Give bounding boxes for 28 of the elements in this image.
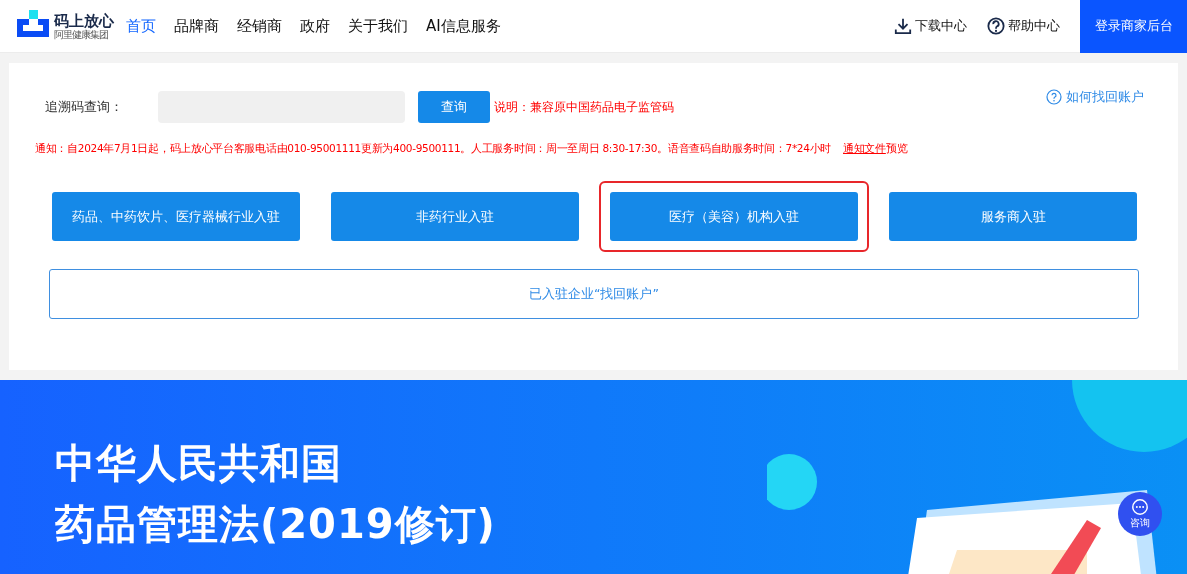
banner-title: 药品管理法(2019修订)	[55, 500, 496, 549]
query-note: 说明：兼容原中国药品电子监管码	[494, 98, 674, 116]
header-link[interactable]: 帮助中心	[987, 17, 1060, 35]
entry-button[interactable]: 服务商入驻	[889, 192, 1137, 241]
notice-text: 通知：自2024年7月1日起，码上放心平台客服电话由010-95001111更新为400-9500111。人工服务时间：周一至周日 8:30-17:30。语音查码自助服务时间：7*24小时 通知文件预览	[35, 142, 909, 156]
recover-account-link[interactable]: 如何找回账户	[1046, 88, 1144, 106]
query-button[interactable]: 查询	[418, 91, 490, 123]
logo-title: 码上放心	[54, 12, 114, 29]
nav-tab[interactable]: 品牌商	[174, 16, 219, 36]
notice-file-link[interactable]: 通知文件	[843, 142, 886, 154]
nav-tab[interactable]: 经销商	[237, 16, 282, 36]
entry-button[interactable]: 非药行业入驻	[331, 192, 579, 241]
download-icon	[894, 17, 912, 35]
recover-account-button[interactable]: 已入驻企业“找回账户”	[49, 269, 1139, 319]
entry-button[interactable]: 药品、中药饮片、医疗器械行业入驻	[52, 192, 300, 241]
banner-title: 中华人民共和国	[55, 439, 343, 488]
query-label: 追溯码查询：	[45, 98, 124, 116]
header-link[interactable]: 下载中心	[894, 17, 967, 35]
nav-tab[interactable]: 关于我们	[348, 16, 408, 36]
nav-tab[interactable]: 政府	[300, 16, 330, 36]
login-button[interactable]: 登录商家后台	[1080, 0, 1187, 53]
chat-icon	[1131, 498, 1149, 516]
logo-subtitle: 阿里健康集团	[54, 28, 109, 40]
help-icon	[1046, 89, 1062, 105]
entry-button[interactable]: 医疗（美容）机构入驻	[610, 192, 858, 241]
nav-tab[interactable]: AI信息服务	[426, 16, 501, 36]
nav-tab[interactable]: 首页	[126, 16, 156, 36]
help-icon	[987, 17, 1005, 35]
